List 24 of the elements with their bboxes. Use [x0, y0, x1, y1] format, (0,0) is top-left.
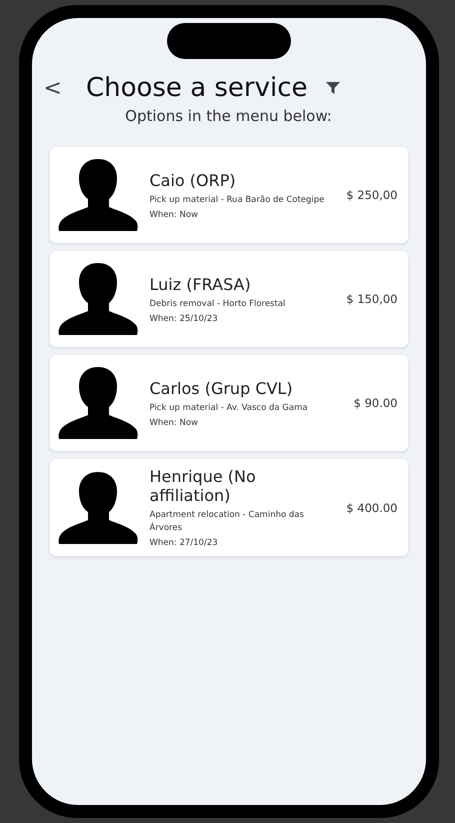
service-price: $ 250,00 [346, 188, 398, 202]
service-time: When: Now [150, 210, 199, 220]
service-time: When: 25/10/23 [150, 314, 219, 324]
provider-name: Carlos (Grup CVL) [150, 378, 294, 398]
service-card[interactable]: Luiz (FRASA) Debris removal - Horto Florestal When: 25/10/23 $ 150,00 [50, 251, 408, 347]
page-subtitle: Options in the menu below: [125, 107, 332, 125]
service-card[interactable]: Henrique (No affiliation) Apartment relocation - Caminho das Árvores When: 27/10/23 $ 400.00 [50, 459, 408, 556]
service-card[interactable]: Carlos (Grup CVL) Pick up material - Av. Vasco da Gama When: Now $ 90.00 [50, 355, 408, 451]
service-time: When: 27/10/23 [150, 538, 219, 548]
service-card[interactable]: Caio (ORP) Pick up material - Rua Barão de Cotegipe When: Now $ 250,00 [50, 147, 408, 243]
back-button[interactable]: < [40, 76, 66, 100]
service-description: Debris removal - Horto Florestal [150, 298, 286, 310]
service-description: Apartment relocation - Caminho das Árvores [150, 509, 305, 535]
service-price: $ 90.00 [354, 396, 398, 410]
provider-name: Caio (ORP) [150, 170, 237, 190]
filter-icon[interactable] [326, 82, 340, 94]
service-price: $ 400.00 [346, 500, 398, 514]
provider-name: Luiz (FRASA) [150, 274, 252, 294]
page-title: Choose a service [86, 73, 308, 103]
service-description: Pick up material - Rua Barão de Cotegipe [150, 194, 326, 206]
provider-name: Henrique (No affiliation) [150, 467, 257, 505]
service-description: Pick up material - Av. Vasco da Gama [150, 402, 309, 414]
service-price: $ 150,00 [346, 292, 398, 306]
service-time: When: Now [150, 418, 199, 428]
